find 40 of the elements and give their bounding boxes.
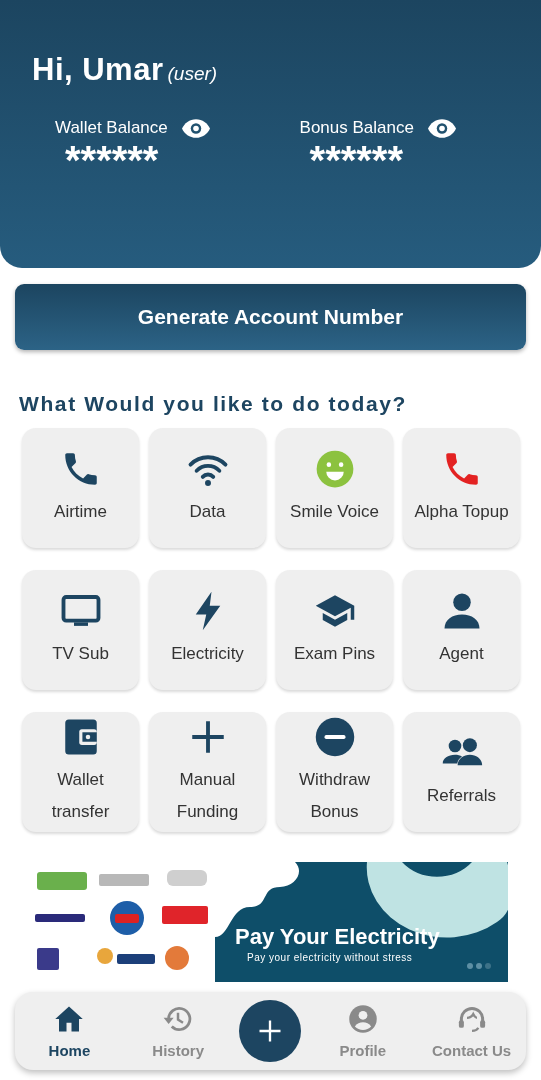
service-label: Exam Pins: [293, 643, 376, 665]
service-tile[interactable]: Withdraw Bonus: [276, 712, 393, 832]
service-label: Agent: [439, 643, 484, 665]
banner-title: Pay Your Electricity: [235, 924, 440, 950]
minus-circle-icon: [313, 716, 356, 758]
generate-account-button[interactable]: Generate Account Number: [15, 284, 526, 350]
service-label: Referrals: [427, 785, 496, 807]
service-tile[interactable]: Exam Pins: [276, 570, 393, 690]
service-tile[interactable]: TV Sub: [22, 570, 139, 690]
nav-tab[interactable]: Home: [21, 1003, 117, 1059]
balance-label: Bonus Balance: [299, 118, 414, 138]
banner-subtitle: Pay your electricity without stress: [247, 952, 414, 963]
service-tile[interactable]: Smile Voice: [276, 428, 393, 548]
service-label: Wallet transfer: [51, 769, 110, 823]
service-tile[interactable]: Data: [149, 428, 266, 548]
balance-label: Wallet Balance: [55, 118, 168, 138]
user-role: (user): [167, 63, 218, 85]
service-label: Airtime: [54, 501, 107, 523]
service-label: Electricity: [171, 643, 244, 665]
balance-value: ******: [65, 140, 159, 180]
balance-value: ******: [309, 140, 403, 180]
service-label: TV Sub: [52, 643, 109, 665]
service-tile[interactable]: Manual Funding: [149, 712, 266, 832]
service-tile[interactable]: Alpha Topup: [403, 428, 520, 548]
promo-banner[interactable]: Pay Your Electricity Pay your electricity without stress: [27, 862, 508, 982]
service-label: Manual Funding: [176, 769, 239, 823]
service-tile[interactable]: Airtime: [22, 428, 139, 548]
eye-icon[interactable]: [181, 118, 210, 138]
service-tile[interactable]: Electricity: [149, 570, 266, 690]
service-label: Data: [189, 501, 226, 523]
greeting: Hi, Umar: [32, 52, 164, 88]
service-label: Smile Voice: [290, 501, 379, 523]
section-title: What Would you like to do today?: [19, 392, 408, 416]
profile-icon: [347, 1003, 378, 1034]
service-tile[interactable]: Referrals: [403, 712, 520, 832]
service-tile[interactable]: Wallet transfer: [22, 712, 139, 832]
eye-icon[interactable]: [427, 118, 456, 138]
service-label: Withdraw Bonus: [299, 769, 370, 823]
service-label: Alpha Topup: [414, 501, 509, 523]
service-tile[interactable]: Agent: [403, 570, 520, 690]
